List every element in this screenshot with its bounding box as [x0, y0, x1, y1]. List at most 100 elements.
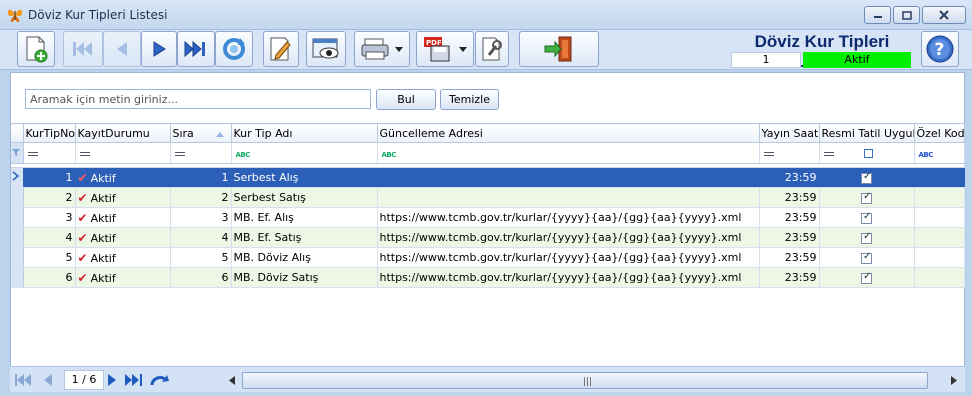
cell-kurtipno[interactable]: 4: [23, 227, 76, 248]
table-row[interactable]: 6 ✔ Aktif 6 MB. Döviz Satış https://www.tcmb.…: [11, 267, 965, 288]
refresh-page-icon[interactable]: [150, 373, 170, 387]
cell-kurtipno[interactable]: 6: [23, 267, 76, 288]
row-indicator[interactable]: [11, 207, 24, 228]
cell-yayin-saati[interactable]: 23:59: [759, 227, 820, 248]
column-header-yayin-saati[interactable]: Yayın Saati: [759, 123, 820, 143]
help-button[interactable]: ?: [921, 31, 959, 67]
column-header-guncelleme-adresi[interactable]: Güncelleme Adresi: [377, 123, 760, 143]
table-row[interactable]: 4 ✔ Aktif 4 MB. Ef. Satış https://www.tcmb.go…: [11, 227, 965, 248]
holiday-checkbox[interactable]: [861, 251, 872, 264]
cell-resmi-tatil-uygula[interactable]: [819, 187, 915, 208]
cell-yayin-saati[interactable]: 23:59: [759, 167, 820, 188]
cell-kayitdurumu[interactable]: ✔ Aktif: [75, 227, 171, 248]
cell-ozel-kod[interactable]: [914, 267, 965, 288]
cell-sira[interactable]: 3: [170, 207, 232, 228]
holiday-checkbox[interactable]: [861, 231, 872, 244]
holiday-checkbox[interactable]: [861, 271, 872, 284]
cell-guncelleme-adresi[interactable]: [377, 167, 760, 188]
cell-sira[interactable]: 6: [170, 267, 232, 288]
filter-cell-kur-tip-adi[interactable]: ABC: [231, 142, 378, 164]
first-record-button[interactable]: [63, 31, 103, 67]
column-header-kurtipno[interactable]: KurTipNo: [23, 123, 76, 143]
horizontal-scrollbar[interactable]: |||: [228, 372, 958, 389]
row-indicator[interactable]: [11, 227, 24, 248]
next-record-button[interactable]: [141, 31, 177, 67]
row-indicator[interactable]: [11, 247, 24, 268]
row-indicator[interactable]: [11, 167, 24, 188]
table-row[interactable]: 3 ✔ Aktif 3 MB. Ef. Alış https://www.tcmb.gov…: [11, 207, 965, 228]
cell-sira[interactable]: 2: [170, 187, 232, 208]
cell-guncelleme-adresi[interactable]: https://www.tcmb.gov.tr/kurlar/{yyyy}{aa…: [377, 267, 760, 288]
cell-kurtipno[interactable]: 1: [23, 167, 76, 188]
filter-cell-resmi-tatil-uygula[interactable]: [819, 142, 915, 164]
cell-resmi-tatil-uygula[interactable]: [819, 247, 915, 268]
next-page-icon[interactable]: [106, 373, 118, 387]
filter-cell-kayitdurumu[interactable]: [75, 142, 171, 164]
scrollbar-thumb[interactable]: |||: [242, 372, 928, 389]
last-record-button[interactable]: [177, 31, 215, 67]
column-header-ozel-kod[interactable]: Özel Kod: [914, 123, 965, 143]
holiday-checkbox[interactable]: [861, 211, 872, 224]
table-row[interactable]: 2 ✔ Aktif 2 Serbest Satış 23:59: [11, 187, 965, 208]
holiday-checkbox[interactable]: [861, 171, 872, 184]
filter-cell-sira[interactable]: [170, 142, 232, 164]
cell-yayin-saati[interactable]: 23:59: [759, 187, 820, 208]
cell-kur-tip-adi[interactable]: Serbest Alış: [231, 167, 378, 188]
edit-button[interactable]: [263, 31, 299, 67]
last-page-icon[interactable]: [124, 373, 144, 387]
cell-kayitdurumu[interactable]: ✔ Aktif: [75, 207, 171, 228]
first-page-icon[interactable]: [14, 373, 34, 387]
cell-kur-tip-adi[interactable]: MB. Ef. Alış: [231, 207, 378, 228]
cell-guncelleme-adresi[interactable]: https://www.tcmb.gov.tr/kurlar/{yyyy}{aa…: [377, 227, 760, 248]
cell-kayitdurumu[interactable]: ✔ Aktif: [75, 247, 171, 268]
previous-record-button[interactable]: [103, 31, 141, 67]
cell-sira[interactable]: 4: [170, 227, 232, 248]
cell-guncelleme-adresi[interactable]: [377, 187, 760, 208]
cell-ozel-kod[interactable]: [914, 247, 965, 268]
cell-resmi-tatil-uygula[interactable]: [819, 207, 915, 228]
exit-button[interactable]: [519, 31, 599, 67]
cell-sira[interactable]: 5: [170, 247, 232, 268]
table-row[interactable]: 5 ✔ Aktif 5 MB. Döviz Alış https://www.tcmb.g…: [11, 247, 965, 268]
row-indicator[interactable]: [11, 267, 24, 288]
cell-kayitdurumu[interactable]: ✔ Aktif: [75, 267, 171, 288]
cell-guncelleme-adresi[interactable]: https://www.tcmb.gov.tr/kurlar/{yyyy}{aa…: [377, 207, 760, 228]
minimize-button[interactable]: [864, 6, 891, 24]
cell-kayitdurumu[interactable]: ✔ Aktif: [75, 187, 171, 208]
filter-cell-yayin-saati[interactable]: [759, 142, 820, 164]
cell-ozel-kod[interactable]: [914, 227, 965, 248]
cell-resmi-tatil-uygula[interactable]: [819, 267, 915, 288]
cell-ozel-kod[interactable]: [914, 187, 965, 208]
row-indicator[interactable]: [11, 187, 24, 208]
find-button[interactable]: Bul: [376, 89, 436, 110]
close-button[interactable]: [922, 6, 966, 24]
cell-ozel-kod[interactable]: [914, 207, 965, 228]
settings-button[interactable]: [475, 31, 509, 67]
cell-guncelleme-adresi[interactable]: https://www.tcmb.gov.tr/kurlar/{yyyy}{aa…: [377, 247, 760, 268]
column-header-sira[interactable]: Sıra: [170, 123, 232, 143]
table-row[interactable]: 1 ✔ Aktif 1 Serbest Alış 23:59: [11, 167, 965, 188]
filter-cell-guncelleme-adresi[interactable]: ABC: [377, 142, 760, 164]
search-input[interactable]: [25, 89, 371, 109]
filter-cell-kurtipno[interactable]: [23, 142, 76, 164]
cell-kayitdurumu[interactable]: ✔ Aktif: [75, 167, 171, 188]
scroll-right-icon[interactable]: [950, 376, 958, 385]
column-header-kur-tip-adi[interactable]: Kur Tip Adı: [231, 123, 378, 143]
cell-kurtipno[interactable]: 2: [23, 187, 76, 208]
cell-yayin-saati[interactable]: 23:59: [759, 207, 820, 228]
filter-cell-ozel-kod[interactable]: ABC: [914, 142, 965, 164]
clear-button[interactable]: Temizle: [440, 89, 499, 110]
cell-kur-tip-adi[interactable]: Serbest Satış: [231, 187, 378, 208]
cell-kur-tip-adi[interactable]: MB. Ef. Satış: [231, 227, 378, 248]
holiday-checkbox[interactable]: [861, 191, 872, 204]
scroll-left-icon[interactable]: [228, 376, 236, 385]
cell-resmi-tatil-uygula[interactable]: [819, 227, 915, 248]
refresh-button[interactable]: [215, 31, 253, 67]
cell-ozel-kod[interactable]: [914, 167, 965, 188]
cell-yayin-saati[interactable]: 23:59: [759, 247, 820, 268]
new-record-button[interactable]: [17, 31, 55, 67]
column-header-kayitdurumu[interactable]: KayıtDurumu: [75, 123, 171, 143]
cell-kurtipno[interactable]: 3: [23, 207, 76, 228]
cell-kurtipno[interactable]: 5: [23, 247, 76, 268]
print-button[interactable]: [354, 31, 410, 67]
